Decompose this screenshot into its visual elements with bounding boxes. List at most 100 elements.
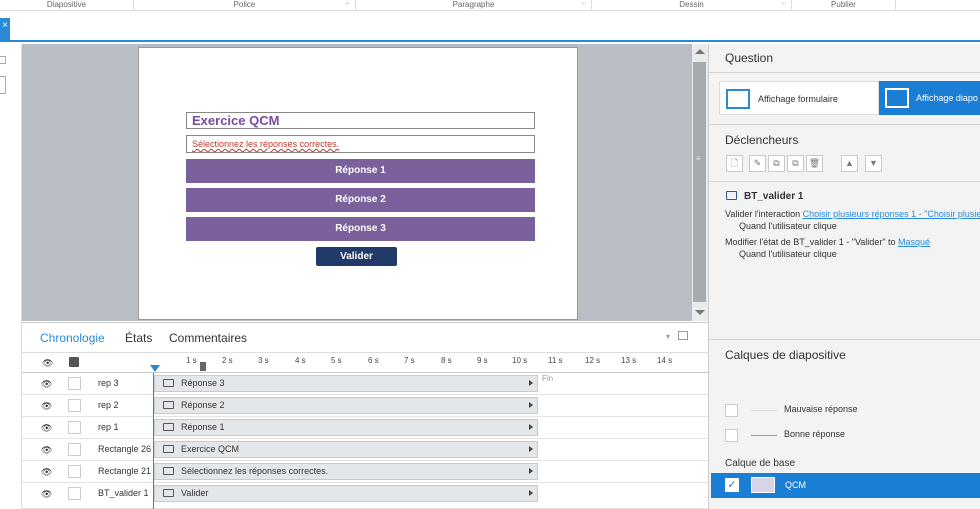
visibility-eye-icon[interactable]: 👁 (41, 423, 52, 434)
move-down-icon[interactable]: ▼ (865, 155, 882, 172)
new-trigger-icon[interactable]: 🗋 (726, 155, 743, 172)
expand-arrow-icon[interactable] (529, 446, 533, 452)
timeline-bar[interactable]: Exercice QCM (154, 441, 538, 458)
layer-row[interactable]: Bonne réponse (709, 424, 980, 448)
visibility-eye-icon[interactable]: 👁 (41, 445, 52, 456)
timeline-bar[interactable]: Sélectionnez les réponses correctes. (154, 463, 538, 480)
edit-trigger-icon[interactable]: ✎ (749, 155, 766, 172)
timeline-bar[interactable]: Valider (154, 485, 538, 502)
scroll-up-icon[interactable] (695, 49, 705, 54)
panel-menu-icon[interactable]: ▾ (666, 332, 670, 341)
timeline-row[interactable]: 👁 Rectangle 21 Sélectionnez les réponses… (22, 461, 708, 483)
trigger-1[interactable]: Valider l'interaction Choisir plusieurs … (725, 209, 980, 219)
lock-checkbox[interactable] (68, 377, 81, 390)
answer-button-2[interactable]: Réponse 2 (186, 188, 535, 212)
ribbon-group-dessin[interactable]: Dessin (592, 0, 792, 10)
tick: 4 s (295, 356, 306, 365)
visibility-eye-icon[interactable]: 👁 (41, 401, 52, 412)
slide-instruction[interactable]: Sélectionnez les réponses correctes. (186, 135, 535, 153)
canvas-scrollbar[interactable]: ≡ (692, 44, 708, 321)
show-all-eye-icon[interactable]: 👁 (42, 358, 53, 369)
lock-checkbox[interactable] (68, 399, 81, 412)
tab-chronologie[interactable]: Chronologie (40, 331, 105, 345)
scroll-down-icon[interactable] (695, 310, 705, 315)
grip-icon: ≡ (696, 154, 701, 163)
tab-etats[interactable]: États (125, 331, 152, 345)
tick: 5 s (331, 356, 342, 365)
answer-button-1[interactable]: Réponse 1 (186, 159, 535, 183)
base-layer-check-icon[interactable]: ✓ (725, 478, 739, 492)
layer-visibility-checkbox[interactable] (725, 429, 738, 442)
police-launcher-icon[interactable]: ⌐ (346, 1, 350, 7)
tick: 8 s (441, 356, 452, 365)
slide-title[interactable]: Exercice QCM (186, 112, 535, 129)
ribbon-group-publier[interactable]: Publier (792, 0, 896, 10)
visibility-eye-icon[interactable]: 👁 (41, 489, 52, 500)
expand-arrow-icon[interactable] (529, 402, 533, 408)
answer-button-3[interactable]: Réponse 3 (186, 217, 535, 241)
copy-trigger-icon[interactable]: ⧉ (768, 155, 785, 172)
expand-arrow-icon[interactable] (529, 424, 533, 430)
shape-icon (163, 467, 174, 475)
expand-arrow-icon[interactable] (529, 380, 533, 386)
trigger-object-name: BT_valider 1 (744, 191, 804, 202)
layers-title: Calques de diapositive (725, 348, 846, 362)
trigger-1-link[interactable]: Choisir plusieurs réponses 1 - "Choisir … (803, 209, 980, 219)
timeline-ruler[interactable]: 👁 1 s 2 s 3 s 4 s 5 s 6 s 7 s 8 s 9 s 10… (22, 352, 708, 373)
trigger-1-condition: Quand l'utilisateur clique (739, 221, 837, 231)
delete-trigger-icon[interactable]: 🗑 (806, 155, 823, 172)
timeline-bar[interactable]: Réponse 3 (154, 375, 538, 392)
expand-arrow-icon[interactable] (529, 468, 533, 474)
timeline-row[interactable]: 👁 rep 3 Réponse 3 Fin (22, 373, 708, 395)
lock-checkbox[interactable] (68, 487, 81, 500)
visibility-eye-icon[interactable]: 👁 (41, 379, 52, 390)
form-view-label: Affichage formulaire (758, 94, 838, 104)
form-view-button[interactable]: Affichage formulaire (719, 81, 879, 115)
layer-row[interactable]: Mauvaise réponse (709, 399, 980, 423)
timeline-bar[interactable]: Réponse 1 (154, 419, 538, 436)
timeline-row[interactable]: 👁 Rectangle 26 Exercice QCM (22, 439, 708, 461)
paste-trigger-icon[interactable]: ⧉ (787, 155, 804, 172)
ribbon: Diapositive Police ⌐ Paragraphe ⌐ Dessin… (0, 0, 980, 42)
trigger-1-action: Valider l'interaction (725, 209, 801, 219)
paragraphe-launcher-icon[interactable]: ⌐ (582, 1, 586, 7)
trigger-2[interactable]: Modifier l'état de BT_valider 1 - "Valid… (725, 237, 980, 247)
ribbon-group-diapositive[interactable]: Diapositive (0, 0, 134, 10)
timeline-bar-label: Valider (181, 488, 209, 498)
left-panel-strip (0, 44, 22, 509)
move-up-icon[interactable]: ▲ (841, 155, 858, 172)
ribbon-group-paragraphe[interactable]: Paragraphe (356, 0, 592, 10)
lock-checkbox[interactable] (68, 465, 81, 478)
dessin-launcher-icon[interactable]: ⌐ (782, 1, 786, 7)
expand-arrow-icon[interactable] (529, 490, 533, 496)
close-tab-icon[interactable]: × (0, 18, 10, 40)
timeline-row[interactable]: 👁 rep 2 Réponse 2 (22, 395, 708, 417)
panel-toggle-icon[interactable] (0, 56, 6, 64)
lock-checkbox[interactable] (68, 421, 81, 434)
panel-collapse-icon[interactable] (0, 76, 6, 94)
object-name: BT_valider 1 (98, 488, 149, 498)
tick: 2 s (222, 356, 233, 365)
scroll-thumb[interactable] (693, 62, 706, 302)
lock-all-icon[interactable] (69, 357, 79, 367)
layer-visibility-checkbox[interactable] (725, 404, 738, 417)
restore-icon[interactable] (678, 331, 688, 340)
end-marker-icon[interactable] (200, 362, 206, 371)
timeline-row[interactable]: 👁 BT_valider 1 Valider (22, 483, 708, 509)
playhead-icon[interactable] (150, 365, 160, 372)
ribbon-group-police[interactable]: Police (134, 0, 356, 10)
base-layer-row[interactable]: ✓ QCM (711, 473, 980, 498)
slide-view-label: Affichage diapo (916, 93, 978, 103)
timeline-bar-label: Exercice QCM (181, 444, 240, 454)
tab-commentaires[interactable]: Commentaires (169, 331, 247, 345)
timeline-bar[interactable]: Réponse 2 (154, 397, 538, 414)
timeline-row[interactable]: 👁 rep 1 Réponse 1 (22, 417, 708, 439)
object-name: Rectangle 21 (98, 466, 152, 476)
lock-checkbox[interactable] (68, 443, 81, 456)
tick: 1 s (186, 356, 197, 365)
trigger-2-link[interactable]: Masqué (898, 237, 930, 247)
visibility-eye-icon[interactable]: 👁 (41, 467, 52, 478)
slide-view-button[interactable]: Affichage diapo (879, 81, 980, 115)
submit-button[interactable]: Valider (316, 247, 397, 266)
question-title: Question (725, 51, 774, 65)
